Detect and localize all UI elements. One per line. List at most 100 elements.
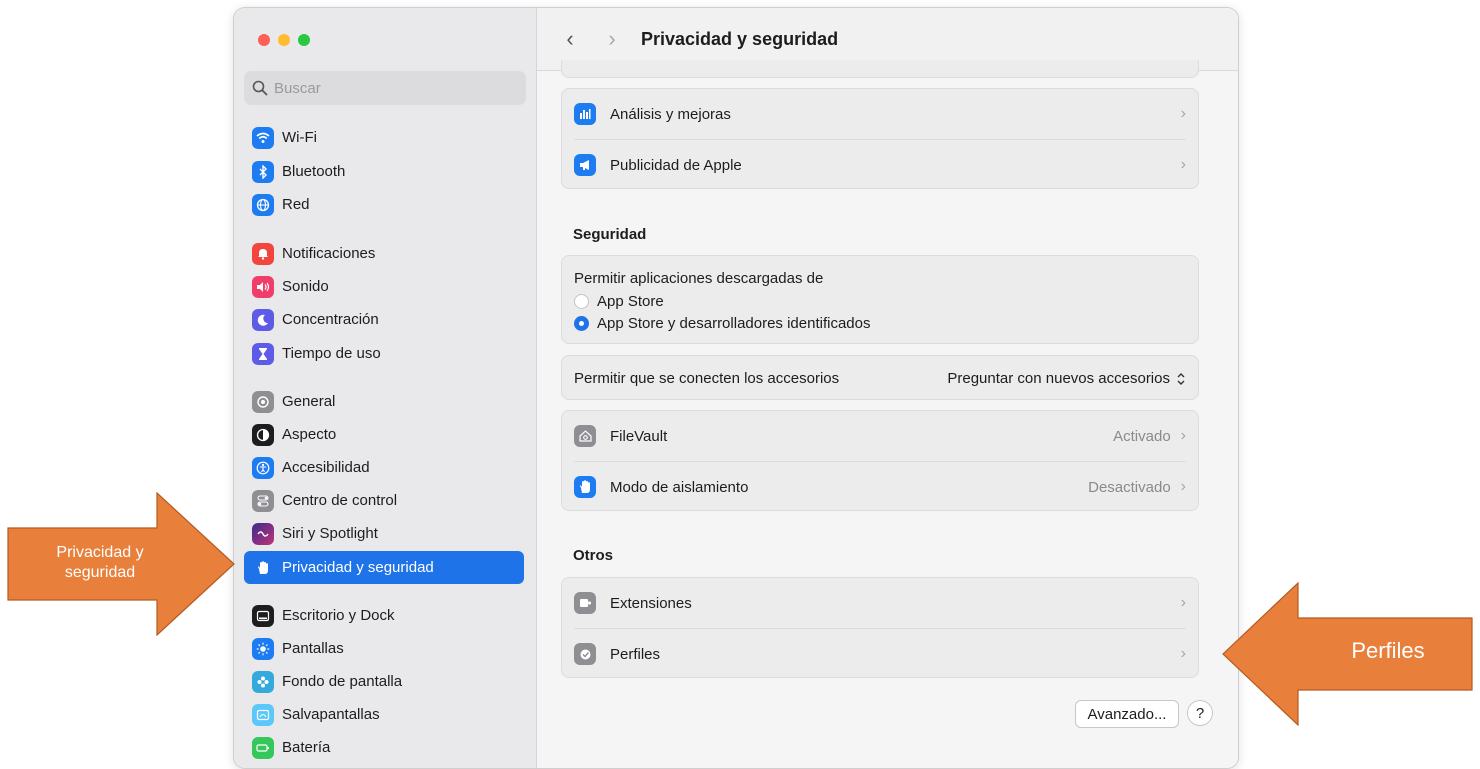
radio-label: App Store — [597, 293, 664, 310]
radio-label: App Store y desarrolladores identificado… — [597, 315, 871, 332]
analisis-mejoras-row[interactable]: Análisis y mejoras › — [562, 89, 1198, 139]
accessibility-icon — [252, 456, 274, 479]
sidebar-item-label: Pantallas — [282, 640, 344, 657]
radio-button[interactable] — [574, 294, 589, 309]
callout-arrow-right: Perfiles — [1222, 582, 1476, 726]
section-title-otros: Otros — [573, 547, 614, 564]
sidebar-item-accesibilidad[interactable]: Accesibilidad — [244, 451, 524, 484]
globe-icon — [252, 193, 274, 216]
scrolled-card-edge — [561, 60, 1199, 78]
sidebar-item-bateria[interactable]: Batería — [244, 731, 524, 764]
settings-window: Wi-Fi Bluetooth Red Notificaciones Son — [233, 7, 1239, 769]
sidebar: Wi-Fi Bluetooth Red Notificaciones Son — [234, 8, 537, 768]
row-label: Extensiones — [610, 594, 692, 612]
help-button[interactable]: ? — [1187, 700, 1213, 726]
accessories-popup[interactable]: Preguntar con nuevos accesorios — [947, 370, 1186, 387]
sun-icon — [252, 637, 274, 660]
speaker-icon — [252, 275, 274, 298]
accessories-value: Preguntar con nuevos accesorios — [947, 370, 1170, 387]
screensaver-icon — [252, 703, 274, 726]
sidebar-item-aspecto[interactable]: Aspecto — [244, 418, 524, 451]
sidebar-item-centro-de-control[interactable]: Centro de control — [244, 484, 524, 517]
chevron-right-icon: › — [1180, 645, 1186, 662]
allow-apps-card: Permitir aplicaciones descargadas de App… — [561, 255, 1199, 344]
sidebar-item-fondo-de-pantalla[interactable]: Fondo de pantalla — [244, 665, 524, 698]
sidebar-item-label: Escritorio y Dock — [282, 607, 395, 624]
sidebar-item-wifi[interactable]: Wi-Fi — [244, 121, 524, 154]
gear-icon — [252, 390, 274, 413]
sidebar-item-label: Bluetooth — [282, 163, 346, 180]
house-lock-icon — [574, 425, 596, 447]
search-field[interactable] — [244, 71, 526, 105]
back-button[interactable]: ‹ — [555, 26, 585, 52]
publicidad-apple-row[interactable]: Publicidad de Apple › — [562, 140, 1198, 190]
others-card: Extensiones › Perfiles › — [561, 577, 1199, 678]
callout-arrow-left: Privacidad y seguridad — [0, 492, 235, 636]
sidebar-item-siri-y-spotlight[interactable]: Siri y Spotlight — [244, 517, 524, 550]
chevron-right-icon: › — [1180, 594, 1186, 611]
perfiles-row[interactable]: Perfiles › — [562, 629, 1198, 679]
hand-icon — [574, 476, 596, 498]
lockdown-mode-row[interactable]: Modo de aislamiento Desactivado › — [562, 462, 1198, 512]
filevault-row[interactable]: FileVault Activado › — [562, 411, 1198, 461]
allow-apps-label: Permitir aplicaciones descargadas de — [574, 270, 824, 287]
sidebar-item-label: Concentración — [282, 311, 379, 328]
chevron-right-icon: › — [1180, 427, 1186, 444]
callout-label-right: Perfiles — [1351, 638, 1425, 663]
sidebar-item-label: Fondo de pantalla — [282, 673, 403, 690]
advanced-button[interactable]: Avanzado... — [1075, 700, 1179, 728]
moon-icon — [252, 308, 274, 331]
radio-option-app-store-developers[interactable]: App Store y desarrolladores identificado… — [574, 315, 871, 332]
toggles-icon — [252, 489, 274, 512]
sidebar-item-pantallas[interactable]: Pantallas — [244, 632, 524, 665]
megaphone-icon — [574, 154, 596, 176]
puzzle-icon — [574, 592, 596, 614]
bell-icon — [252, 242, 274, 265]
row-label: Perfiles — [610, 645, 661, 663]
main-pane: ‹ › Privacidad y seguridad Análisis y me… — [537, 8, 1238, 768]
privacy-card: Análisis y mejoras › Publicidad de Apple… — [561, 88, 1199, 189]
bluetooth-icon — [252, 160, 274, 183]
sidebar-item-label: Notificaciones — [282, 245, 376, 262]
updown-chevron-icon — [1177, 372, 1185, 385]
sidebar-item-salvapantallas[interactable]: Salvapantallas — [244, 698, 524, 731]
forward-button[interactable]: › — [597, 26, 627, 52]
security-rows-card: FileVault Activado › Modo de aislamiento… — [561, 410, 1199, 511]
sidebar-item-general[interactable]: General — [244, 385, 524, 418]
row-value: Desactivado — [1088, 478, 1171, 496]
sidebar-item-label: Wi-Fi — [282, 129, 317, 146]
battery-icon — [252, 736, 274, 759]
extensiones-row[interactable]: Extensiones › — [562, 578, 1198, 628]
siri-icon — [252, 522, 274, 545]
sidebar-item-privacidad-y-seguridad[interactable]: Privacidad y seguridad — [244, 551, 524, 584]
sidebar-item-escritorio-y-dock[interactable]: Escritorio y Dock — [244, 599, 524, 632]
minimize-button[interactable] — [278, 34, 290, 46]
row-label: Análisis y mejoras — [610, 105, 731, 123]
row-value: Activado — [1113, 427, 1171, 445]
page-title: Privacidad y seguridad — [641, 28, 839, 49]
sidebar-item-red[interactable]: Red — [244, 188, 524, 221]
search-input[interactable] — [272, 78, 516, 98]
row-label: Publicidad de Apple — [610, 156, 742, 174]
sidebar-item-tiempo-de-uso[interactable]: Tiempo de uso — [244, 337, 524, 370]
radio-option-app-store[interactable]: App Store — [574, 293, 664, 310]
sidebar-item-concentracion[interactable]: Concentración — [244, 303, 524, 336]
chevron-right-icon: › — [1180, 156, 1186, 173]
sidebar-item-label: Tiempo de uso — [282, 345, 381, 362]
zoom-button[interactable] — [298, 34, 310, 46]
sidebar-item-label: Siri y Spotlight — [282, 525, 378, 542]
chart-icon — [574, 103, 596, 125]
sidebar-item-bluetooth[interactable]: Bluetooth — [244, 155, 524, 188]
sidebar-item-label: Centro de control — [282, 492, 398, 509]
sidebar-item-sonido[interactable]: Sonido — [244, 270, 524, 303]
wifi-icon — [252, 126, 274, 149]
callout-label-left: Privacidad y seguridad — [56, 544, 144, 581]
radio-button-selected[interactable] — [574, 316, 589, 331]
sidebar-item-label: General — [282, 393, 336, 410]
accessories-row: Permitir que se conecten los accesorios … — [562, 356, 1198, 401]
sidebar-item-label: Batería — [282, 739, 331, 756]
checkmark-badge-icon — [574, 643, 596, 665]
close-button[interactable] — [258, 34, 270, 46]
row-label: Modo de aislamiento — [610, 478, 749, 496]
sidebar-item-notificaciones[interactable]: Notificaciones — [244, 237, 524, 270]
